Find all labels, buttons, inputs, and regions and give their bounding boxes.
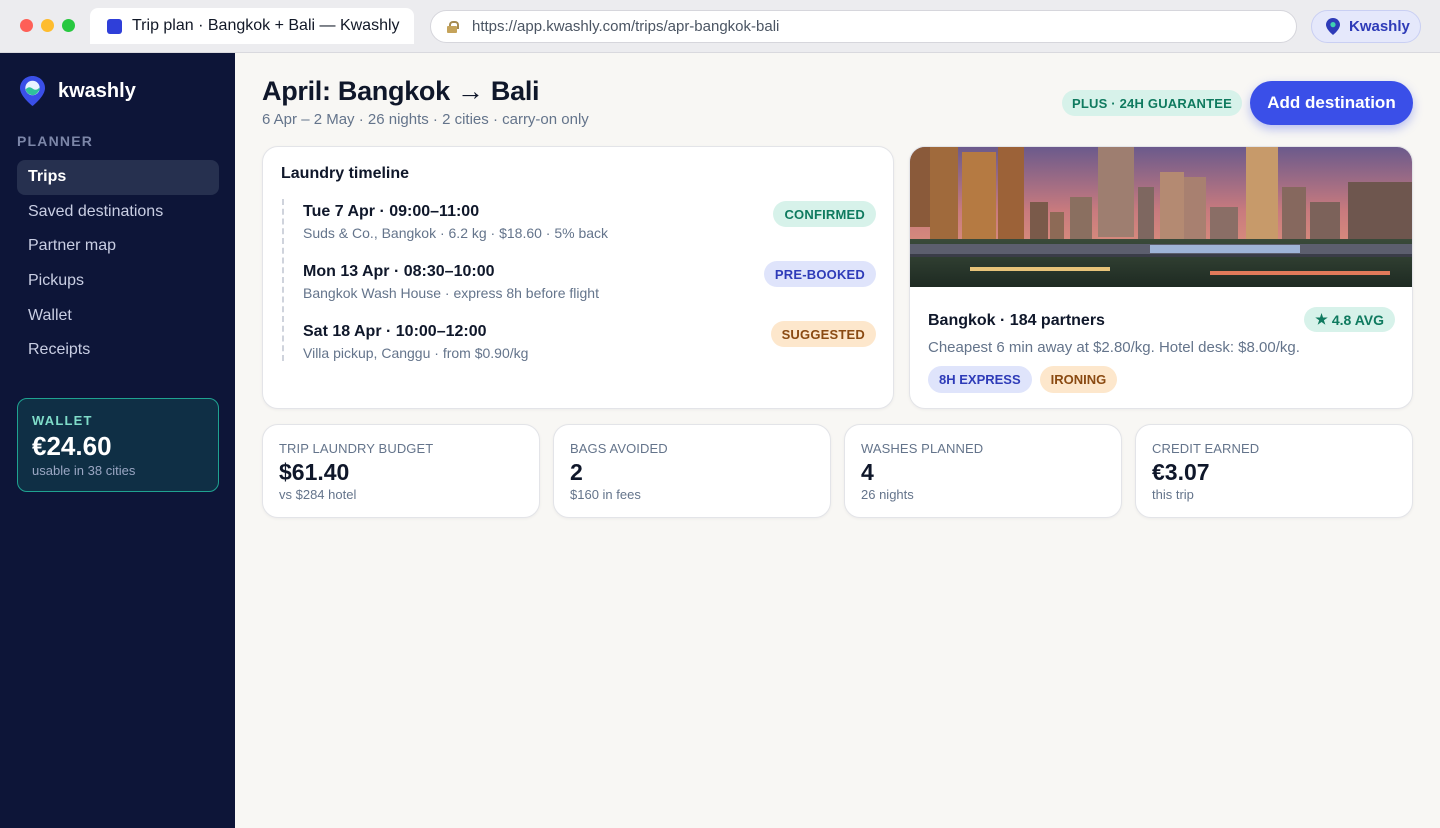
lock-icon — [447, 20, 459, 33]
stat-value: €3.07 — [1152, 459, 1210, 485]
favicon-icon — [107, 18, 122, 34]
page-title: April: Bangkok → Bali — [262, 76, 540, 106]
stat-card-bags-avoided: BAGS AVOIDED 2 $160 in fees — [553, 424, 831, 518]
sidebar-item-saved-destinations[interactable]: Saved destinations — [17, 195, 219, 230]
sidebar-item-wallet[interactable]: Wallet — [17, 298, 219, 333]
timeline-entry-detail: Bangkok Wash House · express 8h before f… — [303, 285, 599, 301]
stat-value: 4 — [861, 459, 874, 485]
stat-label: WASHES PLANNED — [861, 441, 984, 456]
tag-ironing: IRONING — [1039, 366, 1118, 393]
sidebar-item-trips[interactable]: Trips — [17, 160, 219, 195]
stat-sub: this trip — [1152, 487, 1194, 502]
sidebar-nav: Trips Saved destinations Partner map Pic… — [17, 160, 219, 368]
wallet-label: WALLET — [32, 413, 93, 428]
city-name: Bangkok · 184 partners — [928, 312, 1105, 329]
stat-value: $61.40 — [279, 459, 350, 485]
tab-title: Trip plan · Bangkok + Bali — Kwashly — [132, 17, 400, 34]
stat-label: CREDIT EARNED — [1152, 441, 1260, 456]
status-badge-suggested: SUGGESTED — [770, 321, 876, 347]
url-text: https://app.kwashly.com/trips/apr-bangko… — [472, 18, 780, 35]
wallet-sub: usable in 38 cities — [32, 463, 136, 478]
page-subtitle: 6 Apr – 2 May · 26 nights · 2 cities · c… — [262, 111, 589, 128]
stat-label: BAGS AVOIDED — [570, 441, 668, 456]
maximize-window-button[interactable] — [62, 19, 75, 32]
timeline-entry[interactable]: Tue 7 Apr · 09:00–11:00 Suds & Co., Bang… — [303, 201, 878, 249]
rating-badge: ★ 4.8 AVG — [1304, 307, 1395, 332]
timeline-entry-detail: Villa pickup, Canggu · from $0.90/kg — [303, 345, 529, 361]
minimize-window-button[interactable] — [41, 19, 54, 32]
section-label: PLANNER — [17, 133, 94, 149]
timeline-title: Laundry timeline — [281, 165, 410, 182]
brand[interactable]: kwashly — [20, 76, 136, 106]
map-pin-icon — [1326, 18, 1340, 35]
map-pin-icon — [20, 76, 45, 106]
close-window-button[interactable] — [20, 19, 33, 32]
sidebar: kwashly PLANNER Trips Saved destinations… — [0, 53, 235, 828]
guarantee-badge: PLUS · 24H GUARANTEE — [1062, 90, 1243, 116]
sidebar-item-pickups[interactable]: Pickups — [17, 264, 219, 299]
stat-card-budget: TRIP LAUNDRY BUDGET $61.40 vs $284 hotel — [262, 424, 540, 518]
sidebar-item-partner-map[interactable]: Partner map — [17, 229, 219, 264]
tag-8h-express: 8H EXPRESS — [928, 366, 1032, 393]
timeline-entry-detail: Suds & Co., Bangkok · 6.2 kg · $18.60 · … — [303, 225, 609, 241]
status-badge-confirmed: CONFIRMED — [773, 201, 876, 227]
timeline-rail — [282, 199, 284, 361]
stat-sub: vs $284 hotel — [279, 487, 357, 502]
status-badge-pre-booked: PRE-BOOKED — [763, 261, 876, 287]
sidebar-item-receipts[interactable]: Receipts — [17, 333, 219, 368]
profile-button[interactable]: Kwashly — [1311, 10, 1421, 43]
address-bar[interactable]: https://app.kwashly.com/trips/apr-bangko… — [430, 10, 1297, 43]
city-card[interactable]: Bangkok · 184 partners ★ 4.8 AVG Cheapes… — [909, 146, 1413, 409]
timeline-entry[interactable]: Sat 18 Apr · 10:00–12:00 Villa pickup, C… — [303, 321, 878, 369]
stat-sub: $160 in fees — [570, 487, 641, 502]
star-icon: ★ — [1315, 311, 1328, 327]
profile-label: Kwashly — [1349, 18, 1410, 35]
wallet-card[interactable]: WALLET €24.60 usable in 38 cities — [17, 398, 219, 492]
city-skyline-photo — [910, 147, 1412, 287]
wallet-amount: €24.60 — [32, 431, 112, 461]
timeline-entry[interactable]: Mon 13 Apr · 08:30–10:00 Bangkok Wash Ho… — [303, 261, 878, 309]
brand-name: kwashly — [58, 79, 136, 102]
laundry-timeline-card: Laundry timeline Tue 7 Apr · 09:00–11:00… — [262, 146, 894, 409]
rating-value: 4.8 AVG — [1331, 311, 1384, 328]
add-destination-button[interactable]: Add destination — [1250, 81, 1413, 125]
browser-chrome: Trip plan · Bangkok + Bali — Kwashly htt… — [0, 0, 1440, 53]
city-tags: 8H EXPRESS IRONING — [928, 366, 1125, 393]
stat-value: 2 — [570, 459, 583, 485]
stat-label: TRIP LAUNDRY BUDGET — [279, 441, 434, 456]
stat-card-washes-planned: WASHES PLANNED 4 26 nights — [844, 424, 1122, 518]
browser-tab[interactable]: Trip plan · Bangkok + Bali — Kwashly — [90, 8, 414, 44]
stat-card-credit-earned: CREDIT EARNED €3.07 this trip — [1135, 424, 1413, 518]
stat-sub: 26 nights — [861, 487, 914, 502]
city-description: Cheapest 6 min away at $2.80/kg. Hotel d… — [928, 339, 1300, 356]
